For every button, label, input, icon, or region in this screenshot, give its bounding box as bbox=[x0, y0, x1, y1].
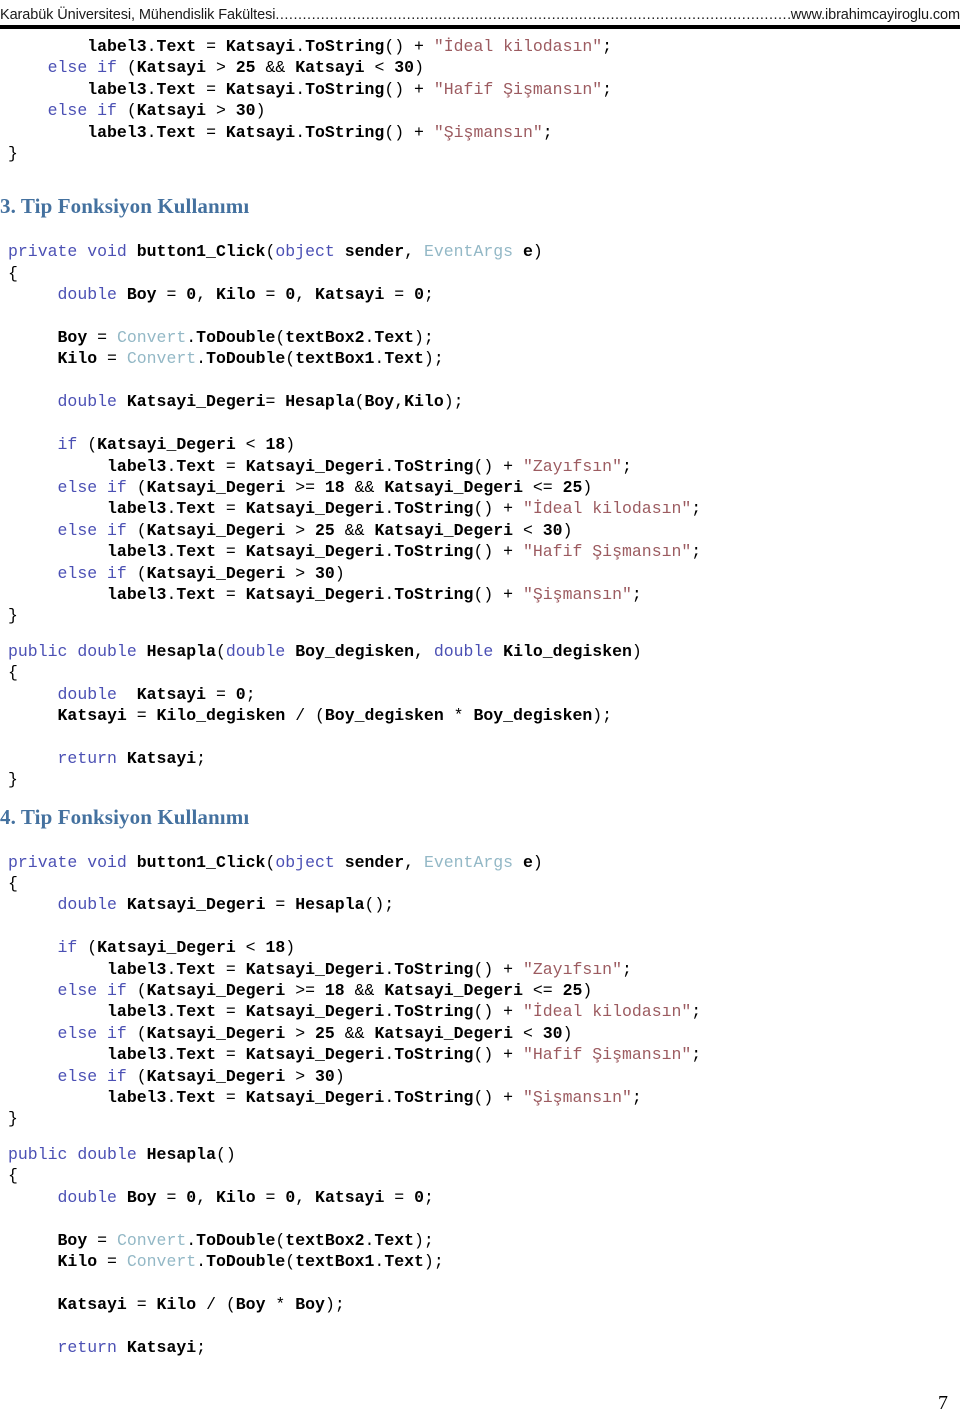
page-number: 7 bbox=[938, 1392, 948, 1414]
code-block-top-fragment: label3.Text = Katsayi.ToString() + "İdea… bbox=[8, 37, 613, 164]
document-content: label3.Text = Katsayi.ToString() + "İdea… bbox=[0, 36, 960, 1358]
code-block-section3-button-click: private void button1_Click(object sender… bbox=[8, 242, 702, 626]
header-divider-rule bbox=[0, 25, 960, 29]
code-block-section4-hesapla: public double Hesapla() { double Boy = 0… bbox=[8, 1144, 444, 1357]
document-page: Karabük Üniversitesi, Mühendislik Fakült… bbox=[0, 0, 960, 1428]
section-heading-4: 4. Tip Fonksiyon Kullanımı bbox=[0, 804, 250, 829]
header-dot-leader: ........................................… bbox=[275, 7, 791, 23]
header-institution: Karabük Üniversitesi, Mühendislik Fakült… bbox=[0, 7, 276, 23]
code-block-section4-button-click: private void button1_Click(object sender… bbox=[8, 852, 702, 1129]
header-website: www.ibrahimcayiroglu.com bbox=[790, 7, 960, 23]
section-heading-3: 3. Tip Fonksiyon Kullanımı bbox=[0, 194, 250, 219]
code-block-section3-hesapla: public double Hesapla(double Boy_degiske… bbox=[8, 641, 642, 790]
